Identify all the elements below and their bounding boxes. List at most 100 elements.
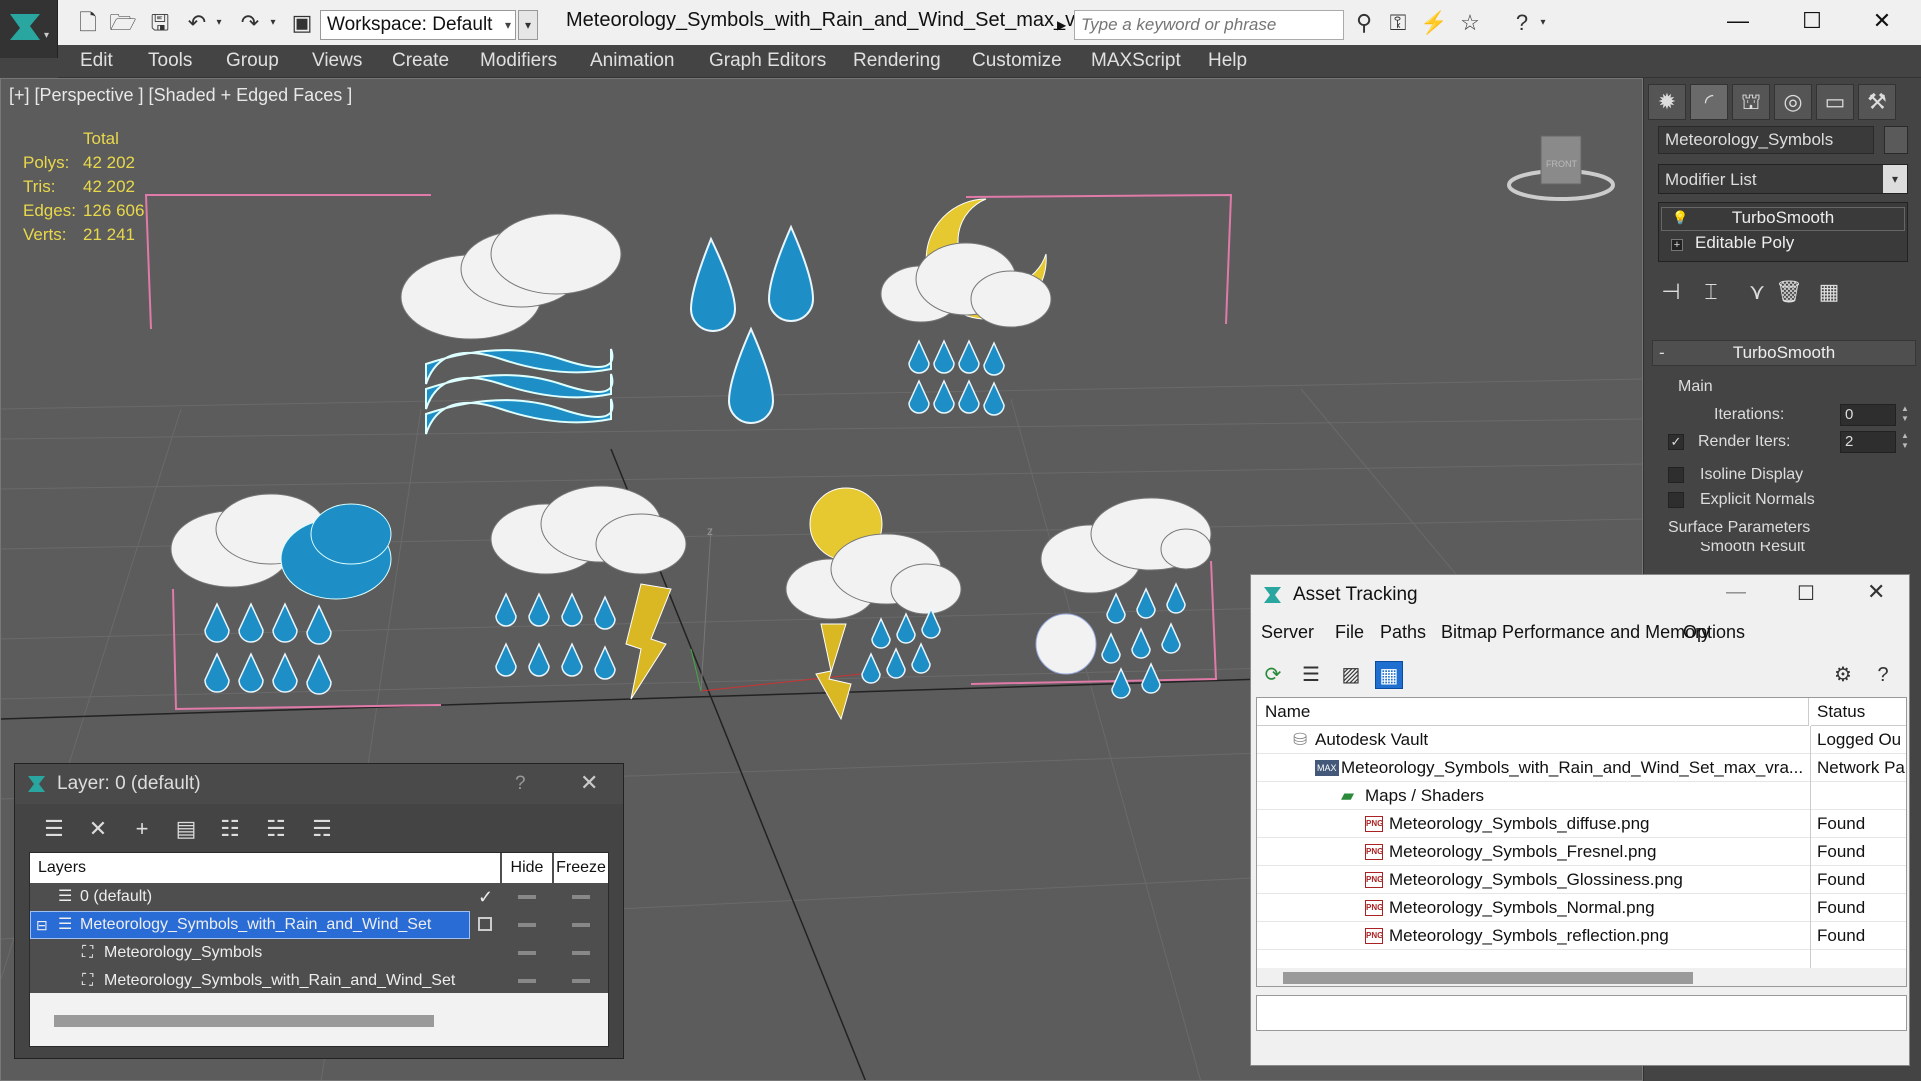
layer-row-object-1[interactable]: ⛶ Meteorology_Symbols xyxy=(30,939,608,967)
search-expand-icon[interactable]: ▶ xyxy=(1057,12,1069,38)
viewport-label[interactable]: [+] [Perspective ] [Shaded + Edged Faces… xyxy=(9,85,352,106)
undo-icon[interactable]: ↶ xyxy=(183,9,211,37)
binoculars-icon[interactable]: ⚲ xyxy=(1350,9,1378,37)
collapse-minus-icon[interactable]: ⊟ xyxy=(36,911,48,939)
help-dropdown-icon[interactable]: ▾ xyxy=(1536,9,1550,37)
project-folder-icon[interactable]: ▣ xyxy=(288,9,316,37)
redo-icon[interactable]: ↷ xyxy=(236,9,264,37)
freeze-toggle[interactable] xyxy=(572,951,590,955)
workspace-select[interactable]: Workspace: Default ▾ xyxy=(320,10,516,40)
render-iters-checkbox[interactable]: ✓ xyxy=(1668,434,1684,450)
menu-modifiers[interactable]: Modifiers xyxy=(480,50,557,72)
set-current-layer-icon[interactable]: ☵ xyxy=(261,814,291,844)
spinner-arrows-icon[interactable]: ▲ ▼ xyxy=(1898,404,1912,426)
menu-server[interactable]: Server xyxy=(1261,622,1314,643)
set-current-layer-box-icon[interactable] xyxy=(478,917,492,931)
table-view-icon[interactable]: ▦ xyxy=(1375,661,1403,689)
menu-bitmap-performance[interactable]: Bitmap Performance and Memory xyxy=(1441,622,1710,643)
object-color-swatch[interactable] xyxy=(1884,126,1908,154)
menu-create[interactable]: Create xyxy=(392,50,449,72)
current-layer-check-icon[interactable]: ✓ xyxy=(478,883,493,911)
thumbnail-view-icon[interactable]: ▨ xyxy=(1337,661,1365,689)
undo-dropdown-icon[interactable]: ▾ xyxy=(212,9,226,37)
asset-path-field[interactable] xyxy=(1256,995,1907,1031)
hide-toggle[interactable] xyxy=(518,979,536,983)
close-icon[interactable]: ✕ xyxy=(1860,6,1904,36)
pin-stack-icon[interactable]: ⊣ xyxy=(1656,276,1686,308)
rollout-header[interactable]: - TurboSmooth xyxy=(1652,340,1916,366)
list-view-icon[interactable]: ☰ xyxy=(1297,661,1325,689)
help-icon[interactable]: ? xyxy=(1869,661,1897,689)
menu-tools[interactable]: Tools xyxy=(148,50,192,72)
select-layer-icon[interactable]: ☷ xyxy=(215,814,245,844)
menu-views[interactable]: Views xyxy=(312,50,362,72)
workspace-menu-button[interactable]: ▾ xyxy=(518,10,538,40)
delete-layer-icon[interactable]: ✕ xyxy=(83,814,113,844)
column-name[interactable]: Name xyxy=(1257,698,1809,726)
expand-plus-icon[interactable]: + xyxy=(1671,239,1683,251)
menu-animation[interactable]: Animation xyxy=(590,50,675,72)
vault-help-icon[interactable]: ⚙ xyxy=(1829,661,1857,689)
show-end-result-icon[interactable]: ⌶ xyxy=(1696,276,1726,308)
hide-all-layers-icon[interactable]: ☴ xyxy=(307,814,337,844)
menu-help[interactable]: Help xyxy=(1208,50,1247,72)
refresh-icon[interactable]: ⟳ xyxy=(1259,661,1287,689)
spinner-arrows-icon[interactable]: ▲ ▼ xyxy=(1898,431,1912,453)
horizontal-scrollbar[interactable] xyxy=(1283,972,1693,984)
open-file-icon[interactable]: 🗁 xyxy=(109,9,137,37)
menu-customize[interactable]: Customize xyxy=(972,50,1062,72)
layer-row-default[interactable]: ☰ 0 (default) ✓ xyxy=(30,883,608,911)
layer-row-meteorology-set[interactable]: ⊟ ☰ Meteorology_Symbols_with_Rain_and_Wi… xyxy=(30,911,608,939)
create-tab-icon[interactable]: ✹ xyxy=(1648,84,1686,120)
dialog-title-bar[interactable]: Asset Tracking — ☐ ✕ xyxy=(1251,575,1909,615)
app-menu-button[interactable]: ▾ xyxy=(0,0,58,58)
save-icon[interactable]: 🖫 xyxy=(146,9,174,37)
close-icon[interactable]: ✕ xyxy=(580,770,598,796)
freeze-toggle[interactable] xyxy=(572,895,590,899)
help-icon[interactable]: ? xyxy=(515,773,526,795)
motion-tab-icon[interactable]: ◎ xyxy=(1774,84,1812,120)
iterations-spinner[interactable]: 0 xyxy=(1840,404,1896,426)
freeze-toggle[interactable] xyxy=(572,979,590,983)
layer-row-object-2[interactable]: ⛶ Meteorology_Symbols_with_Rain_and_Wind… xyxy=(30,967,608,995)
hide-toggle[interactable] xyxy=(518,895,536,899)
configure-sets-icon[interactable]: ▦ xyxy=(1814,276,1844,308)
column-hide[interactable]: Hide xyxy=(502,853,552,883)
maximize-icon[interactable]: ☐ xyxy=(1797,581,1815,606)
lightbulb-icon[interactable]: 💡 xyxy=(1672,210,1688,228)
menu-file[interactable]: File xyxy=(1335,622,1364,643)
make-unique-icon[interactable]: ⋎ xyxy=(1742,276,1772,308)
menu-rendering[interactable]: Rendering xyxy=(853,50,941,72)
menu-graph-editors[interactable]: Graph Editors xyxy=(709,50,826,72)
isoline-checkbox[interactable] xyxy=(1668,467,1684,483)
column-freeze[interactable]: Freeze xyxy=(554,853,608,883)
hide-toggle[interactable] xyxy=(518,951,536,955)
object-name-field[interactable]: Meteorology_Symbols xyxy=(1658,126,1874,154)
help-icon[interactable]: ? xyxy=(1508,9,1536,37)
render-iters-spinner[interactable]: 2 xyxy=(1840,431,1896,453)
hide-toggle[interactable] xyxy=(518,923,536,927)
menu-options[interactable]: Options xyxy=(1683,622,1745,643)
hierarchy-tab-icon[interactable]: ⛫ xyxy=(1732,84,1770,120)
column-layers[interactable]: Layers xyxy=(30,853,500,883)
minimize-icon[interactable]: — xyxy=(1726,581,1746,604)
menu-group[interactable]: Group xyxy=(226,50,279,72)
key-icon[interactable]: ⚿ xyxy=(1384,9,1412,37)
viewcube-label[interactable]: FRONT xyxy=(1546,159,1577,169)
redo-dropdown-icon[interactable]: ▾ xyxy=(266,9,280,37)
favorites-star-icon[interactable]: ☆ xyxy=(1456,9,1484,37)
communication-center-icon[interactable]: ⚡ xyxy=(1420,9,1448,37)
new-file-icon[interactable]: 🗋 xyxy=(74,9,102,37)
stack-item-turbosmooth[interactable]: 💡 TurboSmooth xyxy=(1661,207,1905,231)
modifier-list-dropdown[interactable]: Modifier List ▾ xyxy=(1658,164,1908,194)
modify-tab-icon[interactable]: ◜ xyxy=(1690,84,1728,120)
select-objects-icon[interactable]: ▤ xyxy=(171,814,201,844)
stack-item-editable-poly[interactable]: + Editable Poly xyxy=(1661,233,1905,257)
minimize-icon[interactable]: — xyxy=(1716,6,1760,36)
close-icon[interactable]: ✕ xyxy=(1867,579,1885,605)
horizontal-scrollbar[interactable] xyxy=(54,1015,434,1027)
remove-modifier-icon[interactable]: 🗑 xyxy=(1774,276,1804,308)
new-layer-icon[interactable]: ☰ xyxy=(39,814,69,844)
utilities-tab-icon[interactable]: ⚒ xyxy=(1858,84,1896,120)
menu-paths[interactable]: Paths xyxy=(1380,622,1426,643)
